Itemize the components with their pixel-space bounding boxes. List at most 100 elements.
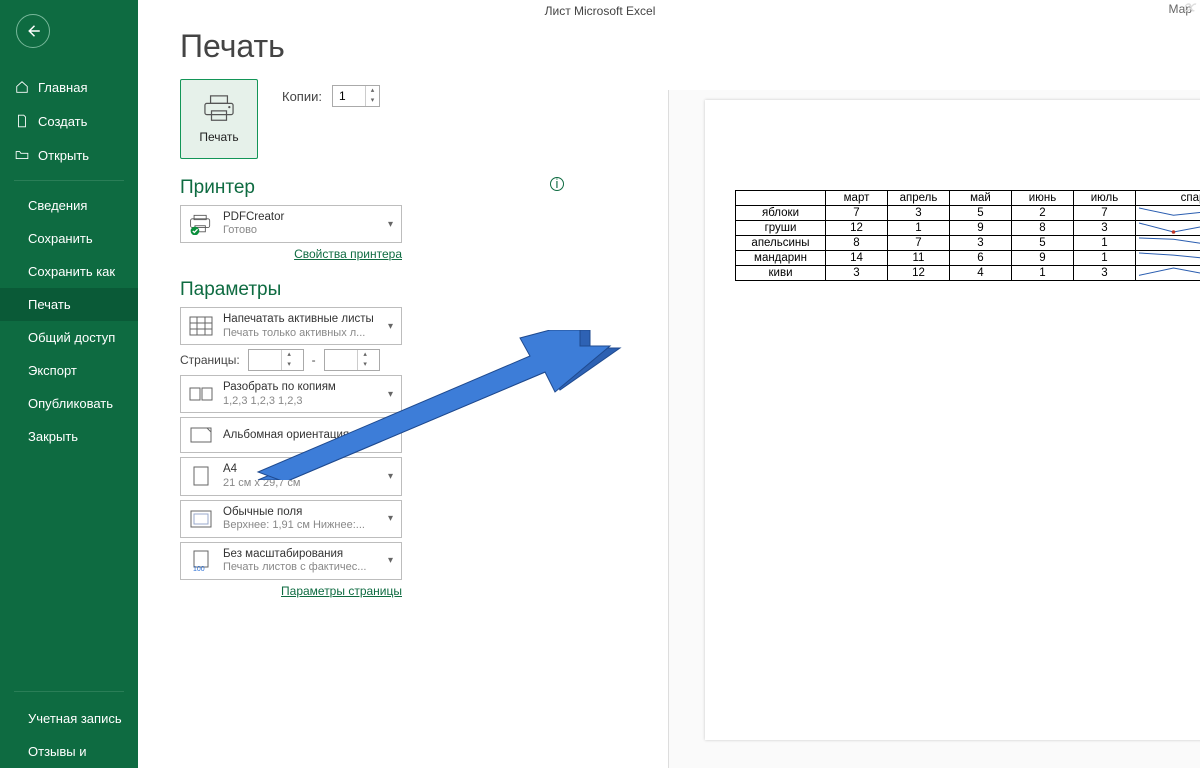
- margins-dropdown[interactable]: Обычные поляВерхнее: 1,91 см Нижнее:... …: [180, 500, 402, 538]
- divider: [14, 691, 124, 692]
- sidebar-item-open[interactable]: Открыть: [0, 138, 138, 172]
- print-backstage: Печать Печать Копии: ▴▾: [138, 0, 1200, 768]
- collate-dropdown[interactable]: Разобрать по копиям1,2,3 1,2,3 1,2,3 ▾: [180, 375, 402, 413]
- page-icon: [187, 466, 215, 486]
- sparkline-cell: [1136, 221, 1200, 236]
- info-icon[interactable]: i: [550, 177, 564, 191]
- table-header: спарклайн: [1136, 191, 1200, 206]
- table-cell: 9: [1012, 251, 1074, 266]
- spinner-down-icon[interactable]: ▾: [358, 360, 373, 370]
- table-cell: 2: [1012, 206, 1074, 221]
- paper-size-dropdown[interactable]: A421 см x 29,7 см ▾: [180, 457, 402, 495]
- margins-title: Обычные поля: [223, 505, 378, 519]
- table-header: апрель: [888, 191, 950, 206]
- row-label: мандарин: [736, 251, 826, 266]
- spinner-down-icon[interactable]: ▾: [366, 96, 379, 106]
- sidebar-item-account[interactable]: Учетная запись: [0, 702, 138, 735]
- sidebar-item-share[interactable]: Общий доступ: [0, 321, 138, 354]
- row-label: груши: [736, 221, 826, 236]
- paper-sub: 21 см x 29,7 см: [223, 477, 378, 491]
- table-cell: 14: [826, 251, 888, 266]
- sidebar-item-saveas[interactable]: Сохранить как: [0, 255, 138, 288]
- sparkline-cell: [1136, 236, 1200, 251]
- sidebar-item-close[interactable]: Закрыть: [0, 420, 138, 453]
- landscape-icon: [187, 427, 215, 443]
- document-icon: [14, 113, 30, 129]
- sidebar-item-info[interactable]: Сведения: [0, 189, 138, 222]
- sidebar-item-label: Опубликовать: [28, 396, 113, 411]
- table-row: мандарин1411691: [736, 251, 1200, 266]
- table-cell: 5: [950, 206, 1012, 221]
- print-what-dropdown[interactable]: Напечатать активные листы Печать только …: [180, 307, 402, 345]
- table-row: киви312413: [736, 266, 1200, 281]
- grid-icon: [187, 316, 215, 336]
- sidebar-item-label: Экспорт: [28, 363, 77, 378]
- spinner-up-icon[interactable]: ▴: [366, 86, 379, 96]
- collate-sub: 1,2,3 1,2,3 1,2,3: [223, 395, 378, 409]
- table-cell: 6: [950, 251, 1012, 266]
- row-label: яблоки: [736, 206, 826, 221]
- sidebar-item-feedback[interactable]: Отзывы и: [0, 735, 138, 768]
- sidebar-item-label: Сохранить как: [28, 264, 115, 279]
- table-cell: 1: [1012, 266, 1074, 281]
- print-preview: мартапрельмайиюньиюльспарклайн яблоки735…: [668, 90, 1200, 768]
- table-cell: 3: [1074, 266, 1136, 281]
- pages-label: Страницы:: [180, 353, 240, 367]
- sidebar-item-publish[interactable]: Опубликовать: [0, 387, 138, 420]
- printer-properties-link[interactable]: Свойства принтера: [180, 247, 402, 261]
- page-to-input[interactable]: [325, 350, 357, 370]
- table-cell: 1: [1074, 236, 1136, 251]
- chevron-down-icon: ▾: [386, 513, 395, 524]
- table-cell: 3: [826, 266, 888, 281]
- table-header: июнь: [1012, 191, 1074, 206]
- sidebar-item-home[interactable]: Главная: [0, 70, 138, 104]
- scaling-dropdown[interactable]: 100 Без масштабированияПечать листов с ф…: [180, 542, 402, 580]
- print-button[interactable]: Печать: [180, 79, 258, 159]
- sparkline-icon: [1136, 221, 1200, 234]
- table-cell: 8: [1012, 221, 1074, 236]
- table-cell: 7: [1074, 206, 1136, 221]
- sidebar-item-label: Главная: [38, 80, 87, 95]
- arrow-left-icon: [24, 22, 42, 40]
- sidebar-item-save[interactable]: Сохранить: [0, 222, 138, 255]
- orientation-dropdown[interactable]: Альбомная ориентация ▾: [180, 417, 402, 453]
- print-what-title: Напечатать активные листы: [223, 312, 378, 326]
- home-icon: [14, 79, 30, 95]
- sidebar-item-export[interactable]: Экспорт: [0, 354, 138, 387]
- scaling-title: Без масштабирования: [223, 547, 378, 561]
- sparkline-icon: [1136, 206, 1200, 219]
- chevron-down-icon: ▾: [386, 219, 395, 230]
- chevron-down-icon: ▾: [386, 555, 395, 566]
- sidebar-item-label: Учетная запись: [28, 711, 122, 726]
- table-cell: 5: [1012, 236, 1074, 251]
- table-cell: 3: [1074, 221, 1136, 236]
- sidebar-item-label: Отзывы и: [28, 744, 87, 759]
- spinner-up-icon[interactable]: ▴: [282, 350, 297, 360]
- divider: [14, 180, 124, 181]
- copies-input[interactable]: [333, 86, 365, 106]
- sidebar-item-print[interactable]: Печать: [0, 288, 138, 321]
- copies-label: Копии:: [282, 89, 322, 104]
- page-to-spinner[interactable]: ▴▾: [324, 349, 380, 371]
- page-from-spinner[interactable]: ▴▾: [248, 349, 304, 371]
- table-cell: 7: [826, 206, 888, 221]
- sparkline-cell: [1136, 266, 1200, 281]
- table-row: апельсины87351: [736, 236, 1200, 251]
- table-cell: 4: [950, 266, 1012, 281]
- sidebar-item-new[interactable]: Создать: [0, 104, 138, 138]
- spinner-up-icon[interactable]: ▴: [358, 350, 373, 360]
- table-cell: 11: [888, 251, 950, 266]
- scaling-sub: Печать листов с фактичес...: [223, 561, 378, 575]
- chevron-down-icon: ▾: [386, 430, 395, 441]
- printer-dropdown[interactable]: PDFCreator Готово ▾: [180, 205, 402, 243]
- page-setup-link[interactable]: Параметры страницы: [180, 584, 402, 598]
- copies-spinner[interactable]: ▴▾: [332, 85, 380, 107]
- margins-icon: [187, 510, 215, 528]
- table-cell: 8: [826, 236, 888, 251]
- page-from-input[interactable]: [249, 350, 281, 370]
- table-cell: 7: [888, 236, 950, 251]
- collate-title: Разобрать по копиям: [223, 380, 378, 394]
- spinner-down-icon[interactable]: ▾: [282, 360, 297, 370]
- printer-section-label: Принтер i: [180, 177, 584, 199]
- preview-page: мартапрельмайиюньиюльспарклайн яблоки735…: [705, 100, 1200, 740]
